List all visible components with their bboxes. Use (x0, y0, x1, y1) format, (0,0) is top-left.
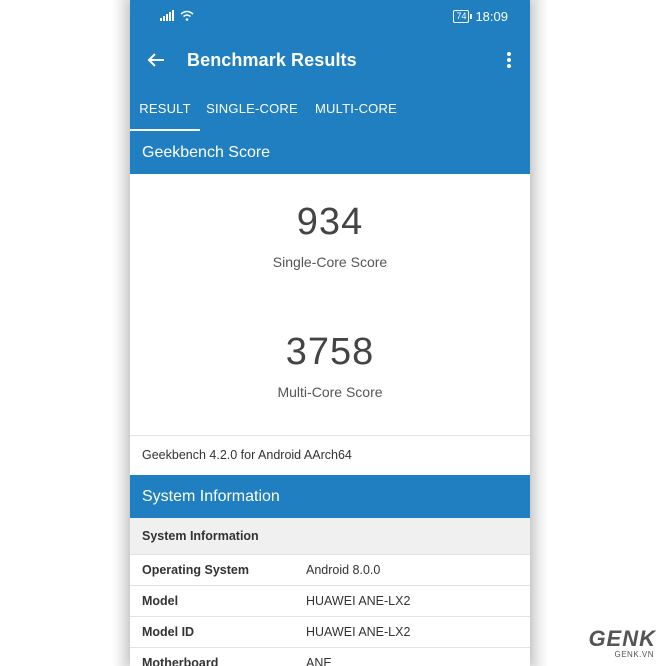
status-right: 74 18:09 (453, 9, 508, 24)
page-title: Benchmark Results (187, 50, 357, 70)
genk-watermark-logo: GENK GENK.VN (566, 628, 660, 666)
tab-result[interactable]: RESULT (130, 86, 200, 132)
more-vertical-icon[interactable] (502, 48, 516, 72)
wifi-icon (180, 10, 194, 21)
tab-multi-core[interactable]: MULTI-CORE (304, 86, 408, 132)
info-row-motherboard: Motherboard ANE (130, 647, 530, 666)
system-information-header: System Information (130, 475, 530, 518)
tab-single-core[interactable]: SINGLE-CORE (200, 86, 304, 132)
info-key: Motherboard (142, 656, 219, 666)
info-row-model: Model HUAWEI ANE-LX2 (130, 585, 530, 616)
info-value: ANE (306, 656, 332, 666)
clock: 18:09 (475, 9, 508, 24)
signal-icon (160, 10, 174, 21)
status-icons (160, 10, 194, 21)
info-key: Model (142, 594, 179, 608)
system-information-subheader: System Information (130, 518, 530, 554)
info-key: Model ID (142, 625, 195, 639)
multi-core-score: 3758 Multi-Core Score (130, 331, 530, 400)
multi-core-value: 3758 (285, 331, 375, 373)
single-core-value: 934 (296, 201, 364, 243)
status-bar: 74 18:09 (130, 0, 530, 34)
battery-icon: 74 (453, 10, 473, 23)
info-value: HUAWEI ANE-LX2 (306, 594, 411, 608)
info-row-model-id: Model ID HUAWEI ANE-LX2 (130, 616, 530, 647)
info-key: Operating System (142, 563, 249, 577)
single-core-label: Single-Core Score (272, 254, 388, 270)
info-row-operating-system: Operating System Android 8.0.0 (130, 554, 530, 585)
app-toolbar: Benchmark Results (130, 34, 530, 86)
multi-core-label: Multi-Core Score (277, 384, 383, 400)
info-value: Android 8.0.0 (306, 563, 381, 577)
tab-bar: RESULT SINGLE-CORE MULTI-CORE (130, 86, 530, 132)
geekbench-version: Geekbench 4.2.0 for Android AArch64 (130, 435, 530, 475)
geekbench-score-header: Geekbench Score (130, 131, 530, 174)
phone-screen: 74 18:09 Benchmark Results RESULT SINGLE… (130, 0, 530, 666)
watermark-main: GENK (588, 626, 656, 651)
info-value: HUAWEI ANE-LX2 (306, 625, 411, 639)
watermark-sub: GENK.VN (614, 650, 654, 659)
arrow-left-icon[interactable] (144, 48, 168, 72)
single-core-score: 934 Single-Core Score (130, 201, 530, 270)
